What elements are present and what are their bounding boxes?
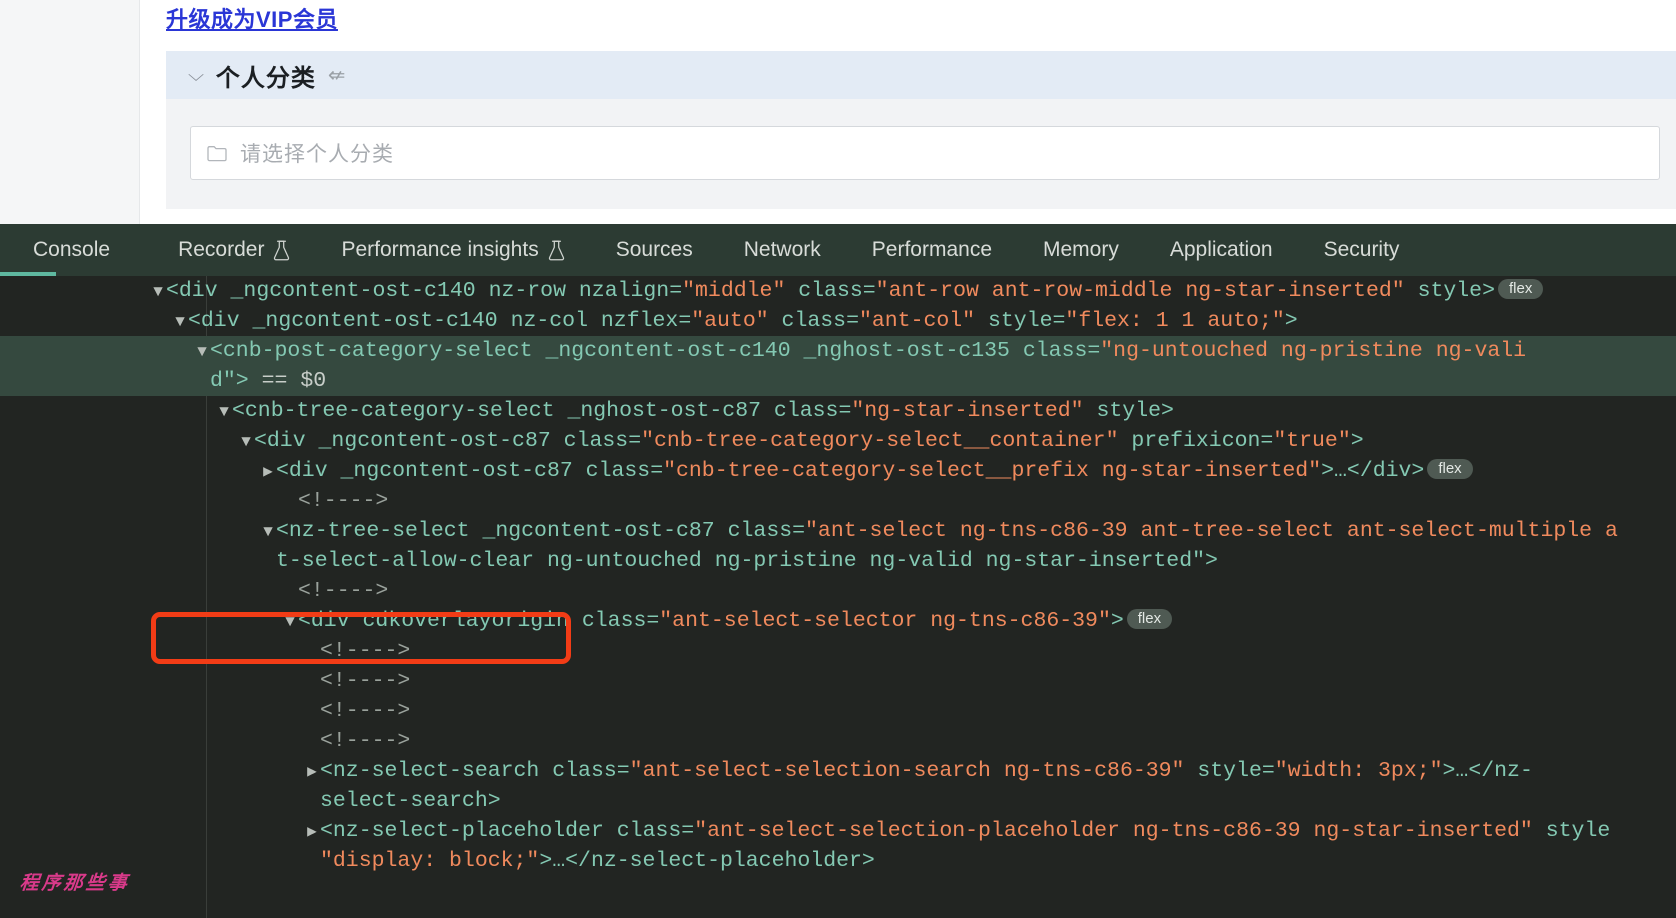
tab-label: Performance (872, 238, 992, 262)
dom-tree-row[interactable]: "display: block;">…</nz-select-placehold… (0, 846, 1676, 876)
tab-label: Memory (1043, 238, 1119, 262)
tab-label: Console (33, 238, 110, 262)
dom-tree-row[interactable]: <!----> (0, 726, 1676, 756)
expand-triangle-icon[interactable]: ▼ (150, 277, 166, 307)
expand-triangle-icon[interactable]: ▼ (194, 337, 210, 367)
tab-network[interactable]: Network (744, 238, 847, 262)
experiment-flask-icon (273, 240, 290, 261)
expand-triangle-icon[interactable]: ▼ (238, 427, 254, 457)
tab-performance[interactable]: Performance (872, 238, 1018, 262)
tab-label: Network (744, 238, 821, 262)
chevron-double-down-icon[interactable]: ⌵ (188, 66, 204, 84)
dom-tree-code[interactable]: ▼<div _ngcontent-ost-c140 nz-row nzalign… (0, 276, 1676, 918)
folder-icon (207, 145, 227, 162)
category-select-input[interactable]: 请选择个人分类 (190, 126, 1660, 180)
dom-tree-row[interactable]: <!----> (0, 696, 1676, 726)
tab-label: Recorder (178, 238, 264, 262)
flex-badge[interactable]: flex (1498, 279, 1543, 299)
vip-upgrade-link[interactable]: 升级成为VIP会员 (166, 2, 338, 34)
tab-application[interactable]: Application (1170, 238, 1299, 262)
dom-tree-row[interactable]: ▼<cnb-tree-category-select _nghost-ost-c… (0, 396, 1676, 426)
tab-performance-insights[interactable]: Performance insights (341, 238, 590, 262)
screenshot-root: 升级成为VIP会员 ⌵ 个人分类 ⇍ 请选择个人分类 ConsoleRecord (0, 0, 1676, 918)
expand-triangle-icon[interactable]: ▼ (260, 517, 276, 547)
dom-tree-row[interactable]: ▶<div _ngcontent-ost-c87 class="cnb-tree… (0, 456, 1676, 486)
dom-tree-row[interactable]: <!----> (0, 486, 1676, 516)
dom-tree-row[interactable]: select-search> (0, 786, 1676, 816)
dom-tree-row[interactable]: ▼<div _ngcontent-ost-c140 nz-col nzflex=… (0, 306, 1676, 336)
collapse-triangle-icon[interactable]: ▶ (260, 457, 276, 487)
tab-label: Sources (616, 238, 693, 262)
tab-label: Performance insights (341, 238, 538, 262)
dom-tree-row[interactable]: ▼<nz-tree-select _ngcontent-ost-c87 clas… (0, 516, 1676, 546)
tab-label: Security (1324, 238, 1400, 262)
dom-tree-row[interactable]: ▼<div cdkoverlayorigin class="ant-select… (0, 606, 1676, 636)
dom-tree-row[interactable]: d"> == $0 (0, 366, 1676, 396)
dom-tree-row[interactable]: <!----> (0, 666, 1676, 696)
category-select-placeholder: 请选择个人分类 (240, 138, 394, 168)
devtools-tabbar: Console Recorder Performance insights Sourc… (0, 224, 1676, 276)
personal-category-section-header: ⌵ 个人分类 ⇍ (166, 51, 1676, 99)
experiment-flask-icon (548, 240, 565, 261)
tab-memory[interactable]: Memory (1043, 238, 1145, 262)
collapse-triangle-icon[interactable]: ▶ (304, 817, 320, 847)
flex-badge[interactable]: flex (1127, 609, 1172, 629)
flex-badge[interactable]: flex (1427, 459, 1472, 479)
dom-tree-row[interactable]: <!----> (0, 576, 1676, 606)
dom-tree-panel[interactable]: 程序那些事 ▼<div _ngcontent-ost-c140 nz-row n… (0, 276, 1676, 918)
expand-triangle-icon[interactable]: ▼ (282, 607, 298, 637)
expand-triangle-icon[interactable]: ▼ (172, 307, 188, 337)
swap-icon[interactable]: ⇍ (328, 65, 346, 86)
tab-label: Application (1170, 238, 1273, 262)
dom-tree-row[interactable]: ▼<cnb-post-category-select _ngcontent-os… (0, 336, 1676, 366)
dom-tree-row[interactable]: ▼<div _ngcontent-ost-c140 nz-row nzalign… (0, 276, 1676, 306)
tab-console[interactable]: Console (33, 238, 136, 262)
dom-tree-row[interactable]: ▶<nz-select-search class="ant-select-sel… (0, 756, 1676, 786)
dom-tree-row[interactable]: ▶<nz-select-placeholder class="ant-selec… (0, 816, 1676, 846)
dom-tree-row[interactable]: <!----> (0, 636, 1676, 666)
collapse-triangle-icon[interactable]: ▶ (304, 757, 320, 787)
section-title: 个人分类 (216, 58, 316, 93)
web-page-area: 升级成为VIP会员 ⌵ 个人分类 ⇍ 请选择个人分类 (0, 0, 1676, 230)
tab-recorder[interactable]: Recorder (178, 238, 316, 262)
devtools-panel: Console Recorder Performance insights Sourc… (0, 224, 1676, 918)
tab-security[interactable]: Security (1324, 238, 1426, 262)
tab-sources[interactable]: Sources (616, 238, 719, 262)
expand-triangle-icon[interactable]: ▼ (216, 397, 232, 427)
dom-tree-row[interactable]: ▼<div _ngcontent-ost-c87 class="cnb-tree… (0, 426, 1676, 456)
page-left-rail (0, 0, 140, 230)
dom-tree-row[interactable]: t-select-allow-clear ng-untouched ng-pri… (0, 546, 1676, 576)
personal-category-field-wrapper: 请选择个人分类 (166, 99, 1676, 209)
